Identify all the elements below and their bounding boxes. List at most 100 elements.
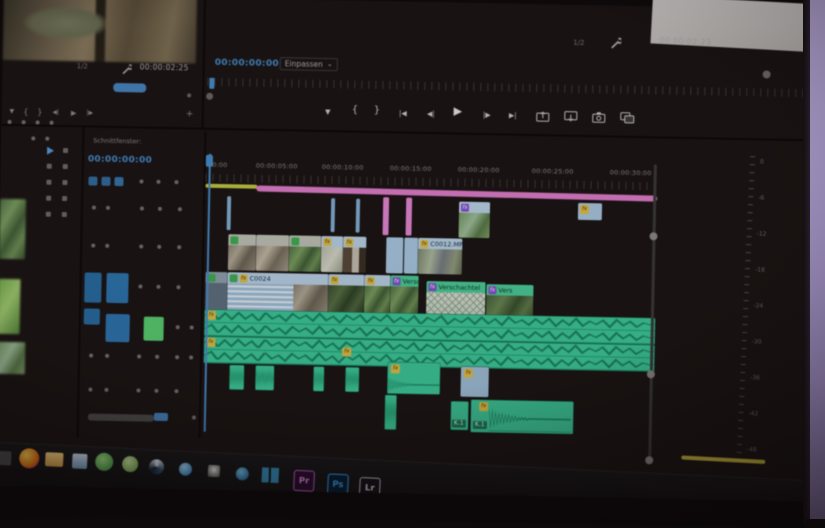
- track-select-tool[interactable]: [63, 147, 69, 154]
- timeline-menu-button[interactable]: [156, 179, 161, 184]
- project-toolbar-icon[interactable]: [45, 136, 50, 141]
- firefox-icon[interactable]: [18, 447, 40, 469]
- video-clip[interactable]: [382, 197, 390, 236]
- source-timecode[interactable]: 00:00:02:25: [140, 62, 189, 72]
- source-patch-a1[interactable]: [83, 308, 101, 325]
- video-clip[interactable]: [385, 237, 404, 274]
- source-step-back-icon[interactable]: ◀|: [48, 107, 64, 119]
- timeline-settings-button[interactable]: [88, 176, 98, 186]
- audio-clip[interactable]: fx: [387, 362, 441, 395]
- timeline-zoom-scrollbar[interactable]: [87, 413, 154, 422]
- project-clip-thumbnail[interactable]: [0, 278, 21, 335]
- step-forward-icon[interactable]: |▶: [479, 109, 495, 121]
- zoom-tool[interactable]: [45, 211, 51, 217]
- source-step-forward-icon[interactable]: |▶: [82, 107, 98, 119]
- video-clip[interactable]: [255, 234, 290, 272]
- solo-button-a1[interactable]: [143, 316, 164, 341]
- nested-sequence-clip[interactable]: fx Versch: [389, 275, 419, 314]
- tiles-app-icon[interactable]: [261, 467, 280, 484]
- video-clip[interactable]: [403, 237, 419, 274]
- wrench-icon[interactable]: [122, 64, 132, 74]
- photos-app-icon[interactable]: [148, 458, 165, 475]
- folder-icon[interactable]: [44, 452, 64, 467]
- program-mini-ruler[interactable]: [207, 77, 808, 98]
- scrollbar-handle[interactable]: [646, 370, 655, 379]
- source-play-icon[interactable]: ▶: [66, 107, 82, 119]
- project-toolbar-icon[interactable]: [31, 136, 36, 141]
- work-area-bar[interactable]: [205, 183, 258, 189]
- snap-toggle[interactable]: [101, 176, 111, 186]
- project-clip-thumbnail[interactable]: [0, 341, 26, 375]
- audio-clip-k1[interactable]: K.1: [450, 401, 469, 430]
- program-zoom-level[interactable]: 1/2: [573, 39, 584, 47]
- premiere-pro-icon[interactable]: Pr: [293, 469, 316, 492]
- video-clip[interactable]: fx: [363, 274, 391, 314]
- source-mark-out-icon[interactable]: }: [32, 106, 48, 118]
- playhead-head[interactable]: [205, 154, 213, 167]
- timeline-timecode[interactable]: 00:00:00:00: [88, 154, 152, 165]
- audio-clip[interactable]: [345, 367, 359, 392]
- timeline-tab[interactable]: Schnittfenster:: [93, 137, 141, 146]
- audio-clip[interactable]: [229, 365, 244, 390]
- video-clip-c0024[interactable]: fx C0024: [227, 272, 329, 313]
- twitter-icon[interactable]: [178, 462, 193, 477]
- green-app2-icon[interactable]: [121, 455, 139, 473]
- pen-tool[interactable]: [62, 179, 68, 186]
- creative-cloud-icon[interactable]: [235, 467, 250, 481]
- compare-view-icon[interactable]: [620, 112, 635, 124]
- track-target-a1[interactable]: [105, 313, 130, 343]
- scrollbar-handle[interactable]: [649, 232, 658, 241]
- audio-clip[interactable]: [255, 365, 274, 391]
- step-back-icon[interactable]: ◀|: [423, 108, 439, 120]
- type-tool[interactable]: [62, 195, 68, 202]
- timeline-vertical-scrollbar[interactable]: [648, 164, 657, 460]
- video-clip[interactable]: fx: [320, 235, 344, 273]
- scrollbar-handle[interactable]: [645, 456, 654, 465]
- source-zoom-level[interactable]: 1/2: [77, 62, 88, 70]
- hand-tool[interactable]: [46, 195, 52, 201]
- more-tools[interactable]: [61, 211, 67, 218]
- video-clip[interactable]: [227, 234, 257, 271]
- video-clip[interactable]: [226, 196, 232, 231]
- project-toolbar-icon[interactable]: [35, 120, 40, 125]
- audio-clip[interactable]: fx: [460, 366, 489, 398]
- plus-icon[interactable]: +: [186, 109, 194, 119]
- project-toolbar-icon[interactable]: [7, 119, 12, 124]
- project-clip-thumbnail[interactable]: [0, 198, 27, 260]
- panel-menu-dot[interactable]: [187, 93, 192, 98]
- audio-clip-k1[interactable]: fx K.1: [470, 399, 574, 434]
- razor-tool[interactable]: [62, 163, 68, 170]
- video-clip[interactable]: [405, 197, 413, 236]
- video-clip[interactable]: fx: [458, 201, 491, 239]
- program-scroll-handle[interactable]: [762, 70, 771, 79]
- video-clip[interactable]: [355, 198, 361, 233]
- slip-tool[interactable]: [46, 179, 52, 185]
- video-clip[interactable]: fx: [327, 274, 365, 313]
- mail-app-icon[interactable]: [71, 453, 88, 470]
- project-toolbar-icon[interactable]: [49, 120, 54, 125]
- fit-dropdown[interactable]: Einpassen ⌄: [279, 57, 338, 72]
- mark-out-icon[interactable]: }: [369, 105, 385, 117]
- game-icon[interactable]: [207, 464, 221, 478]
- video-clip[interactable]: [288, 235, 322, 272]
- project-toolbar-icon[interactable]: [21, 120, 26, 125]
- audio-clip[interactable]: [384, 395, 397, 430]
- play-icon[interactable]: ▶: [450, 104, 466, 117]
- marker-icon[interactable]: ▼: [320, 106, 336, 118]
- video-clip-c0012[interactable]: fx C0012.MP: [417, 237, 463, 275]
- program-end-timecode[interactable]: 00:00:02:23: [659, 36, 711, 47]
- source-zoom-scrollbar[interactable]: [113, 82, 147, 93]
- timeline-zoom-handle[interactable]: [153, 412, 169, 422]
- track-target-v1[interactable]: [106, 272, 129, 304]
- mini-playhead-handle[interactable]: [206, 92, 214, 100]
- video-clip[interactable]: [330, 198, 336, 233]
- linked-selection-toggle[interactable]: [114, 176, 124, 187]
- wrench-icon[interactable]: [610, 37, 622, 49]
- export-frame-icon[interactable]: [592, 111, 606, 123]
- selection-tool[interactable]: [46, 146, 55, 155]
- audio-clip[interactable]: [313, 366, 324, 392]
- go-to-out-icon[interactable]: ▶|: [505, 109, 521, 121]
- extract-icon[interactable]: [564, 111, 578, 123]
- timeline-menu-button[interactable]: [174, 180, 179, 185]
- mark-in-icon[interactable]: {: [347, 104, 363, 116]
